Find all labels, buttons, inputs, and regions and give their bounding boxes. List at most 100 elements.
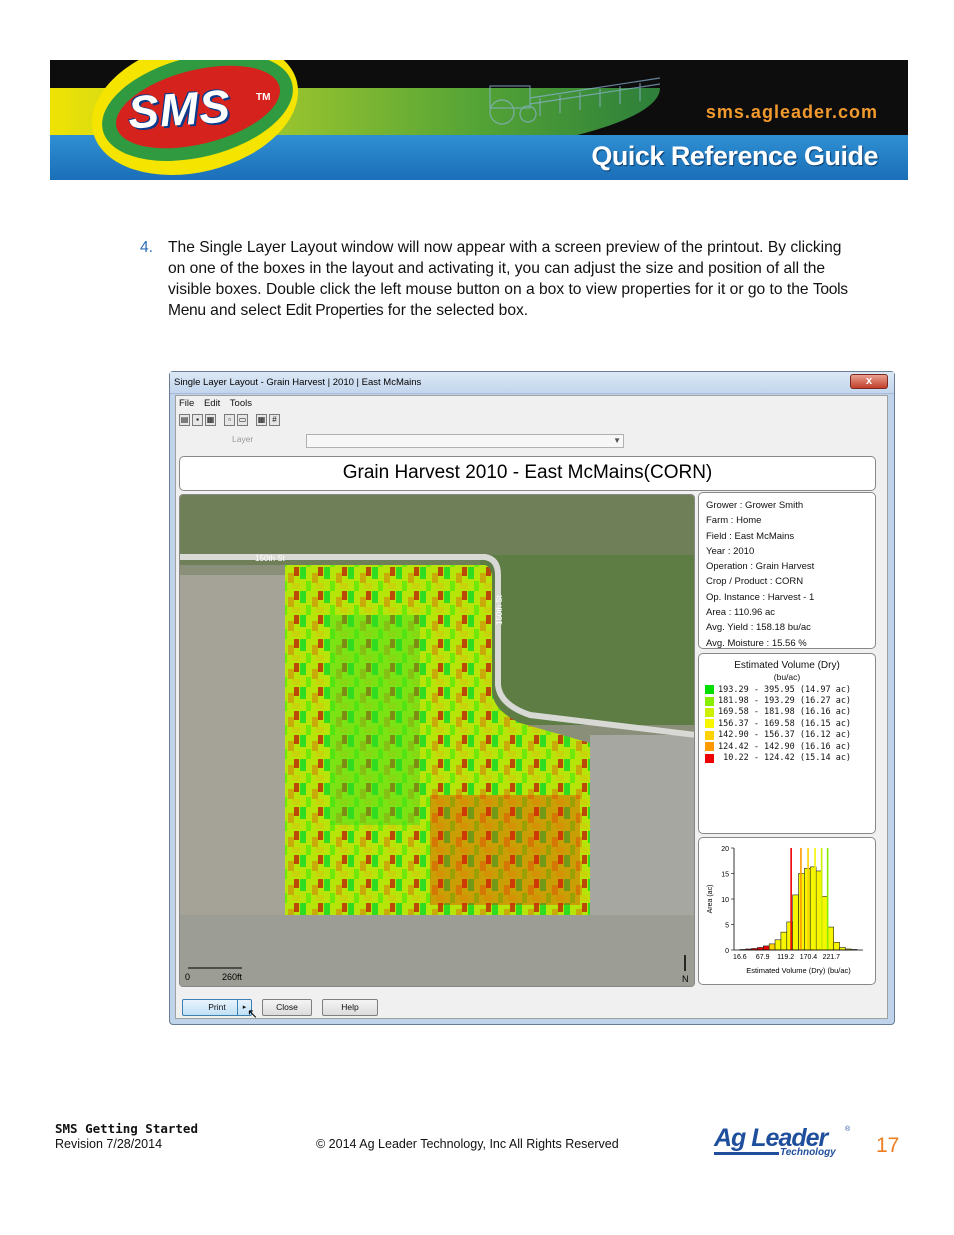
layer-label: Layer bbox=[232, 434, 254, 444]
info-line: Crop / Product : CORN bbox=[706, 576, 804, 588]
tractor-icon bbox=[489, 77, 661, 125]
info-box[interactable]: Grower : Grower Smith Farm : Home Field : … bbox=[698, 492, 876, 649]
menu-edit[interactable]: Edit bbox=[204, 398, 220, 409]
legend-rows: 193.29 - 395.95 (14.97 ac) 181.98 - 193.2… bbox=[705, 684, 851, 764]
print-button[interactable]: Print ▸ bbox=[182, 999, 252, 1016]
info-line: Field : East McMains bbox=[706, 530, 795, 542]
histogram-y-tick-label: 10 bbox=[721, 897, 729, 904]
mouse-cursor-icon: ↖ bbox=[247, 1006, 258, 1021]
legend-swatch bbox=[705, 730, 714, 740]
legend-unit: (bu/ac) bbox=[773, 672, 801, 682]
layout-title: Grain Harvest 2010 - East McMains(CORN) bbox=[342, 462, 713, 483]
header-banner: sms.agleader.com Quick Reference Guide S… bbox=[50, 60, 908, 180]
save-icon[interactable]: ▪ bbox=[192, 414, 203, 426]
histogram-box[interactable]: 0 5 10 15 20 16.6 67.9 119.2 170.4 221.7 Area (ac)… bbox=[698, 837, 876, 985]
legend-range: 156.37 - 169.58 (16.15 ac) bbox=[718, 718, 852, 729]
footer-doc-title: SMS Getting Started bbox=[55, 1121, 198, 1136]
histogram-bar bbox=[763, 945, 770, 951]
legend-swatch bbox=[705, 685, 714, 695]
ag-leader-logo-sub: Technology bbox=[780, 1147, 836, 1158]
ag-leader-logo: Ag Leader ® Technology bbox=[714, 1124, 854, 1160]
legend-range: 169.58 - 181.98 (16.16 ac) bbox=[718, 707, 852, 718]
histogram-x-tick-label: 67.9 bbox=[756, 954, 770, 961]
histogram-bar bbox=[780, 931, 788, 951]
yield-map: 150th St 150th St 0 260ft N bbox=[180, 495, 694, 986]
menu-file[interactable]: File bbox=[179, 398, 194, 409]
window-title-bar[interactable]: Single Layer Layout - Grain Harvest | 20… bbox=[170, 372, 894, 394]
single-layer-layout-window: Single Layer Layout - Grain Harvest | 20… bbox=[169, 371, 895, 1025]
menu-tools[interactable]: Tools bbox=[230, 398, 252, 409]
legend-title: Estimated Volume (Dry) bbox=[734, 660, 840, 671]
histogram-bar bbox=[768, 943, 776, 951]
info-line: Op. Instance : Harvest - 1 bbox=[706, 591, 815, 603]
histogram-y-label: Area (ac) bbox=[707, 885, 714, 914]
legend-row: 142.90 - 156.37 (16.12 ac) bbox=[705, 730, 851, 741]
histogram-x-tick-label: 119.2 bbox=[777, 954, 794, 961]
chevron-down-icon: ▼ bbox=[613, 436, 621, 445]
grid-icon[interactable]: ▦ bbox=[256, 414, 267, 426]
info-line: Year : 2010 bbox=[706, 545, 755, 557]
layout-title-box[interactable]: Grain Harvest 2010 - East McMains(CORN) bbox=[179, 456, 876, 491]
help-button[interactable]: Help bbox=[322, 999, 378, 1016]
histogram-y-tick-label: 5 bbox=[725, 923, 729, 930]
histogram-bar bbox=[774, 939, 782, 951]
close-button[interactable]: Close bbox=[262, 999, 312, 1016]
menu-bar: File Edit Tools bbox=[179, 398, 259, 412]
histogram-bar bbox=[827, 926, 834, 951]
page-setup-icon[interactable]: ▭ bbox=[237, 414, 248, 426]
legend-range: 181.98 - 193.29 (16.27 ac) bbox=[718, 696, 852, 707]
scale-start: 0 bbox=[185, 972, 190, 982]
legend-swatch bbox=[705, 719, 714, 729]
info-line: Farm : Home bbox=[706, 515, 762, 527]
info-line: Avg. Moisture : 15.56 % bbox=[706, 637, 807, 649]
banner-url: sms.agleader.com bbox=[705, 102, 878, 122]
legend-swatch bbox=[705, 753, 714, 763]
info-lines: Grower : Grower Smith Farm : Home Field : … bbox=[706, 498, 814, 651]
legend-row: 10.22 - 124.42 (15.14 ac) bbox=[705, 752, 851, 763]
scale-end: 260ft bbox=[222, 972, 243, 982]
open-icon[interactable]: ▤ bbox=[179, 414, 190, 426]
zoom-icon[interactable]: ▫ bbox=[224, 414, 235, 426]
sms-logo-text: SMS bbox=[126, 79, 233, 139]
legend-row: 193.29 - 395.95 (14.97 ac) bbox=[705, 684, 851, 695]
sms-logo-tm: TM bbox=[256, 92, 271, 103]
histogram-x-tick-label: 170.4 bbox=[800, 954, 818, 961]
legend-range: 193.29 - 395.95 (14.97 ac) bbox=[718, 684, 852, 695]
toolbar: ▤ ▪ ▦ ▫ ▭ ▦ # bbox=[179, 414, 280, 430]
histogram-bar bbox=[792, 894, 799, 951]
info-line: Avg. Yield : 158.18 bu/ac bbox=[706, 622, 811, 634]
snap-grid-icon[interactable]: # bbox=[269, 414, 280, 426]
histogram-x-tick-label: 16.6 bbox=[733, 954, 747, 961]
info-line: Operation : Grain Harvest bbox=[706, 561, 815, 573]
road-label-1: 150th St bbox=[255, 554, 286, 563]
histogram-bar bbox=[833, 942, 840, 951]
legend-range: 10.22 - 124.42 (15.14 ac) bbox=[718, 753, 852, 764]
legend-swatch bbox=[705, 707, 714, 717]
histogram-x-label: Estimated Volume (Dry) (bu/ac) bbox=[746, 966, 851, 975]
print-button-label: Print bbox=[208, 1002, 226, 1012]
step-number: 4. bbox=[140, 239, 154, 256]
edit-properties-label: Edit Properties bbox=[285, 302, 384, 319]
step-text: The Single Layer Layout window will now … bbox=[168, 239, 848, 319]
histogram-x-tick-label: 221.7 bbox=[823, 954, 841, 961]
legend-swatch bbox=[705, 696, 714, 706]
histogram-y-tick-label: 20 bbox=[721, 846, 729, 853]
info-line: Area : 110.96 ac bbox=[706, 607, 776, 619]
legend-row: 124.42 - 142.90 (16.16 ac) bbox=[705, 741, 851, 752]
window-close-button[interactable]: x bbox=[850, 374, 888, 389]
legend-swatch bbox=[705, 742, 714, 752]
legend-row: 181.98 - 193.29 (16.27 ac) bbox=[705, 695, 851, 706]
north-label: N bbox=[682, 974, 689, 984]
legend-box[interactable]: Estimated Volume (Dry) (bu/ac) 193.29 - … bbox=[698, 653, 876, 834]
print-icon[interactable]: ▦ bbox=[205, 414, 216, 426]
layer-dropdown[interactable]: ▼ bbox=[306, 434, 624, 448]
banner-guide-title: Quick Reference Guide bbox=[591, 141, 878, 171]
sms-logo: SMS TM bbox=[77, 60, 320, 180]
legend-range: 124.42 - 142.90 (16.16 ac) bbox=[718, 741, 852, 752]
histogram-y-tick-label: 15 bbox=[721, 872, 729, 879]
legend-row: 156.37 - 169.58 (16.15 ac) bbox=[705, 718, 851, 729]
map-box[interactable]: 150th St 150th St 0 260ft N bbox=[179, 494, 695, 987]
window-title: Single Layer Layout - Grain Harvest | 20… bbox=[174, 377, 422, 388]
page-number: 17 bbox=[876, 1134, 900, 1157]
step-4: 4. The Single Layer Layout window will n… bbox=[140, 237, 860, 321]
